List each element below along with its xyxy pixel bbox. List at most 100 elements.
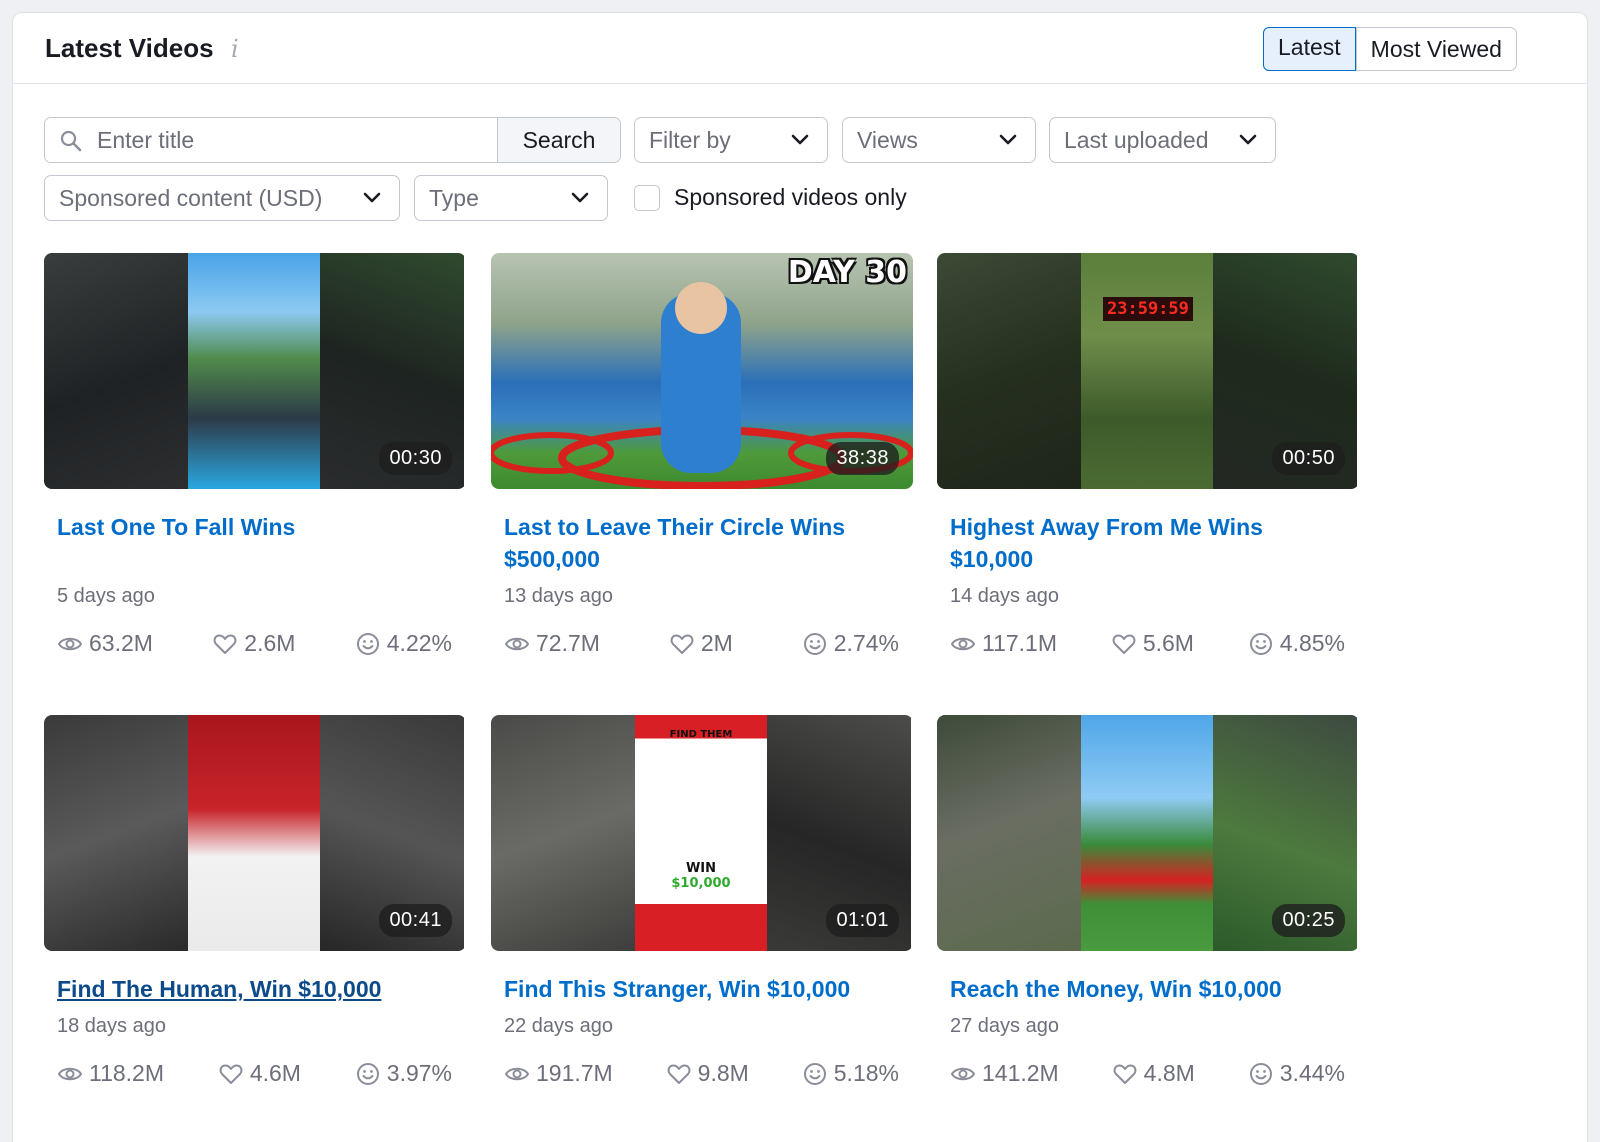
thumbnail-caption: DAY 30 [787,255,907,290]
video-duration: 01:01 [826,904,899,937]
views-count: 118.2M [89,1060,165,1086]
video-card: 00:30 Last One To Fall Wins 5 days ago 6… [44,253,466,657]
views-dropdown[interactable]: Views [842,117,1036,163]
last-uploaded-dropdown[interactable]: Last uploaded [1049,117,1276,163]
views-count: 72.7M [536,630,600,656]
sponsored-only-label: Sponsored videos only [674,184,907,210]
search-button[interactable]: Search [497,118,620,162]
video-thumbnail[interactable]: 00:41 [44,715,466,951]
eye-icon [57,637,83,650]
likes-stat: 2M [669,630,733,657]
views-stat: 72.7M [504,630,600,657]
likes-stat: 2.6M [212,630,295,657]
title-search: Search [44,117,621,163]
engagement-stat: 4.22% [355,630,452,657]
video-stats: 72.7M 2M 2.74% [491,630,913,657]
video-thumbnail[interactable]: DAY 30 38:38 [491,253,913,489]
engagement-stat: 2.74% [802,630,899,657]
page-title: Latest Videos [45,33,214,63]
video-card: FIND THEM WIN $10,000 01:01 Find This St… [491,715,913,1087]
engagement-rate: 3.44% [1279,1060,1345,1086]
search-input[interactable] [45,118,497,162]
smiley-icon [356,632,379,655]
views-stat: 117.1M [950,630,1057,657]
engagement-rate: 3.97% [386,1060,452,1086]
filter-by-dropdown[interactable]: Filter by [634,117,828,163]
eye-icon [504,637,530,650]
likes-stat: 9.8M [666,1060,749,1087]
smiley-icon [1249,1062,1272,1085]
engagement-stat: 3.97% [355,1060,452,1087]
likes-count: 4.8M [1143,1060,1195,1086]
video-stats: 117.1M 5.6M 4.85% [937,630,1359,657]
video-thumbnail[interactable]: 00:30 [44,253,466,489]
sponsored-only-checkbox[interactable] [634,184,660,211]
engagement-rate: 4.85% [1279,630,1345,656]
video-thumbnail[interactable]: 23:59:59 00:50 [937,253,1359,489]
smiley-icon [1249,632,1272,655]
video-thumbnail[interactable]: FIND THEM WIN $10,000 01:01 [491,715,913,951]
heart-icon [670,634,694,654]
heart-icon [1113,1064,1137,1084]
sponsored-content-dropdown[interactable]: Sponsored content (USD) [44,175,400,221]
heart-icon [667,1064,691,1084]
engagement-rate: 2.74% [833,630,899,656]
thumbnail-caption: WIN [685,861,717,876]
video-title-link[interactable]: Reach the Money, Win $10,000 [937,973,1359,1015]
likes-count: 4.6M [249,1060,301,1086]
thumbnail-caption: $10,000 [671,876,731,891]
video-card: 00:41 Find The Human, Win $10,000 18 day… [44,715,466,1087]
views-stat: 141.2M [950,1060,1059,1087]
video-date: 27 days ago [950,1015,1059,1037]
views-count: 117.1M [982,630,1058,656]
type-dropdown[interactable]: Type [414,175,608,221]
chevron-down-icon [571,192,589,203]
sponsored-content-label: Sponsored content (USD) [59,184,323,211]
eye-icon [950,1067,976,1080]
video-date: 14 days ago [950,585,1059,607]
video-date: 18 days ago [57,1015,166,1037]
video-title-link[interactable]: Last One To Fall Wins [44,511,466,585]
likes-count: 2.6M [244,630,296,656]
engagement-stat: 4.85% [1248,630,1345,657]
video-duration: 38:38 [826,442,899,475]
tab-latest[interactable]: Latest [1263,27,1356,71]
video-card: 00:25 Reach the Money, Win $10,000 27 da… [937,715,1359,1087]
eye-icon [504,1067,530,1080]
likes-count: 5.6M [1142,630,1194,656]
views-count: 141.2M [982,1060,1059,1086]
eye-icon [57,1067,83,1080]
views-stat: 63.2M [57,630,153,657]
video-title-link[interactable]: Highest Away From Me Wins $10,000 [937,511,1359,585]
video-title-link[interactable]: Find The Human, Win $10,000 [44,973,466,1015]
video-card: 23:59:59 00:50 Highest Away From Me Wins… [937,253,1359,657]
video-duration: 00:25 [1272,904,1345,937]
likes-stat: 4.6M [218,1060,301,1087]
info-icon[interactable]: i [231,35,239,63]
tab-most-viewed[interactable]: Most Viewed [1355,28,1516,70]
video-thumbnail[interactable]: 00:25 [937,715,1359,951]
video-date: 22 days ago [504,1015,613,1037]
video-stats: 191.7M 9.8M 5.18% [491,1060,913,1087]
filter-by-label: Filter by [649,126,731,153]
video-date: 5 days ago [57,585,155,607]
chevron-down-icon [999,134,1017,145]
view-toggle: Latest Most Viewed [1263,27,1517,71]
sponsored-only-toggle: Sponsored videos only [634,184,907,211]
smiley-icon [803,632,826,655]
views-stat: 118.2M [57,1060,164,1087]
thumbnail-caption: FIND THEM [669,729,733,740]
last-uploaded-label: Last uploaded [1064,126,1209,153]
smiley-icon [803,1062,826,1085]
views-stat: 191.7M [504,1060,613,1087]
video-card: DAY 30 38:38 Last to Leave Their Circle … [491,253,913,657]
panel-header: Latest Videos i Latest Most Viewed [13,13,1587,84]
video-title-link[interactable]: Find This Stranger, Win $10,000 [491,973,913,1015]
engagement-stat: 5.18% [802,1060,899,1087]
video-date: 13 days ago [504,585,613,607]
chevron-down-icon [791,134,809,145]
thumbnail-caption: 23:59:59 [1103,297,1193,321]
video-title-link[interactable]: Last to Leave Their Circle Wins $500,000 [491,511,913,585]
likes-stat: 4.8M [1112,1060,1195,1087]
search-icon [60,130,82,152]
